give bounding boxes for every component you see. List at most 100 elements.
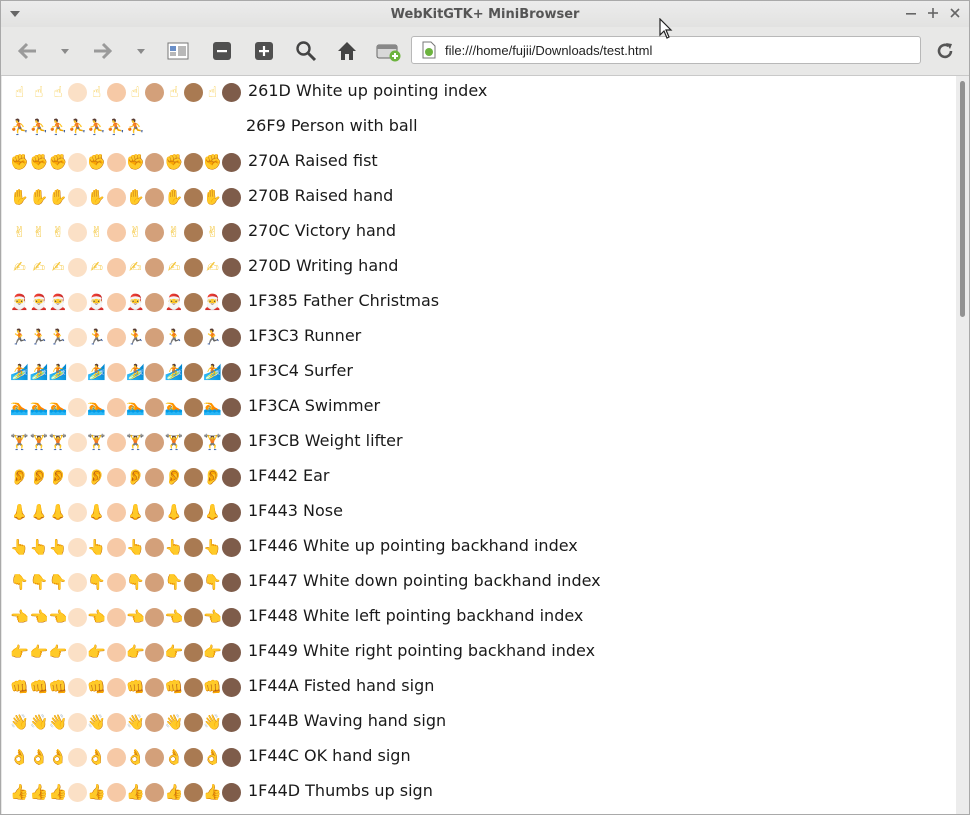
emoji-glyph: 👆 (10, 538, 29, 556)
skin-tone-swatch (67, 503, 87, 522)
emoji-label: 270A Raised fist (248, 151, 378, 170)
emoji-glyph: 🏃 (125, 328, 145, 346)
emoji-glyph: 👆 (48, 538, 68, 556)
emoji-glyph: 👍 (87, 783, 107, 801)
emoji-glyph: 👋 (29, 713, 49, 731)
skin-tone-swatch (183, 223, 203, 242)
zoom-out-button[interactable] (209, 37, 235, 65)
emoji-label: 1F443 Nose (248, 501, 343, 520)
emoji-glyph: ✍ (32, 258, 46, 276)
home-button[interactable] (334, 37, 360, 65)
emoji-variants: ⛹ ⛹ ⛹ ⛹ ⛹ ⛹ ⛹ (10, 118, 242, 138)
emoji-glyph: ⛹ (68, 118, 87, 136)
emoji-glyph: 🏃 (203, 328, 222, 346)
scrollbar-thumb[interactable] (960, 81, 965, 317)
emoji-glyph: 👃 (29, 503, 49, 521)
emoji-glyph: 👈 (125, 608, 145, 626)
list-item: 🏄 🏄 🏄 🏄 🏄 🏄 🏄 1F3C4 Surfer (10, 355, 950, 390)
skin-tone-swatch (145, 713, 165, 732)
browser-window: WebKitGTK+ MiniBrowser file:///home/fuji… (0, 0, 970, 815)
emoji-variants: 👋 👋 👋 👋 👋 👋 👋 (10, 713, 242, 733)
emoji-glyph: 👉 (48, 643, 68, 661)
emoji-variants: ✍ ✍ ✍ ✍ ✍ ✍ ✍ (10, 258, 242, 278)
back-history-button[interactable] (57, 37, 73, 65)
emoji-glyph: 🏊 (125, 398, 145, 416)
reload-button[interactable] (932, 37, 958, 65)
skin-tone-swatch (145, 223, 165, 242)
list-item: 🎅 🎅 🎅 🎅 🎅 🎅 🎅 1F385 Father Christmas (10, 285, 950, 320)
maximize-icon[interactable] (925, 5, 941, 21)
emoji-label: 1F3CB Weight lifter (248, 431, 403, 450)
emoji-label: 270B Raised hand (248, 186, 394, 205)
skin-tone-swatch (106, 223, 126, 242)
skin-tone-swatch (145, 293, 165, 312)
title-bar[interactable]: WebKitGTK+ MiniBrowser (1, 1, 969, 27)
emoji-glyph: ⛹ (29, 118, 49, 136)
close-icon[interactable] (947, 5, 963, 21)
skin-tone-swatch (67, 258, 87, 277)
skin-tone-swatch (222, 748, 242, 767)
skin-tone-swatch (145, 643, 165, 662)
emoji-glyph: 👋 (203, 713, 222, 731)
emoji-glyph: 👉 (203, 643, 222, 661)
emoji-glyph: ✊ (29, 153, 49, 171)
emoji-glyph: 👊 (87, 678, 107, 696)
new-tab-icon (376, 44, 401, 62)
emoji-glyph: 🏄 (125, 363, 145, 381)
page-content[interactable]: ☝ ☝ ☝ ☝ ☝ ☝ ☝ 261D White up pointing index ⛹ ⛹ ⛹ ⛹ ⛹… (2, 76, 956, 814)
zoom-in-button[interactable] (251, 37, 277, 65)
skin-tone-swatch (222, 643, 242, 662)
emoji-glyph: 👇 (48, 573, 68, 591)
emoji-glyph: ✊ (10, 153, 29, 171)
emoji-glyph: ✌ (167, 223, 181, 241)
emoji-glyph: ✊ (203, 153, 222, 171)
emoji-glyph: 🏃 (87, 328, 107, 346)
vertical-scrollbar[interactable] (956, 76, 969, 814)
reload-icon (937, 43, 953, 59)
emoji-label: 1F3C4 Surfer (248, 361, 353, 380)
toolbar: file:///home/fujii/Downloads/test.html (1, 27, 969, 76)
skin-tone-swatch (183, 433, 203, 452)
skin-tone-swatch (222, 293, 242, 312)
forward-button[interactable] (89, 37, 115, 65)
forward-history-button[interactable] (133, 37, 149, 65)
emoji-glyph: 🏃 (10, 328, 29, 346)
emoji-label: 1F449 White right pointing backhand inde… (248, 641, 596, 660)
emoji-glyph: 👌 (164, 748, 184, 766)
skin-tone-swatch (222, 783, 242, 802)
emoji-glyph: ✍ (51, 258, 65, 276)
emoji-glyph: 👆 (125, 538, 145, 556)
new-tab-button[interactable] (375, 37, 403, 65)
emoji-glyph: ✌ (13, 223, 26, 241)
back-button[interactable] (15, 37, 41, 65)
emoji-glyph: ✌ (129, 223, 142, 241)
emoji-glyph: ✌ (32, 223, 46, 241)
emoji-glyph: 👈 (164, 608, 184, 626)
minimize-icon[interactable] (903, 5, 919, 21)
emoji-glyph: ☝ (169, 83, 179, 101)
emoji-glyph: 👉 (10, 643, 29, 661)
find-button[interactable] (293, 37, 319, 65)
skin-tone-swatch (222, 433, 242, 452)
emoji-glyph: 👍 (48, 783, 68, 801)
view-mode-button[interactable] (165, 37, 191, 65)
skin-tone-swatch (183, 713, 203, 732)
emoji-glyph: 👌 (125, 748, 145, 766)
emoji-glyph: 👂 (48, 468, 68, 486)
url-text[interactable]: file:///home/fujii/Downloads/test.html (445, 43, 652, 58)
emoji-glyph: 👊 (48, 678, 68, 696)
emoji-glyph: 👆 (87, 538, 107, 556)
emoji-glyph: 👉 (87, 643, 107, 661)
window-menu-icon[interactable] (9, 8, 21, 20)
skin-tone-swatch (67, 328, 87, 347)
emoji-glyph: 👍 (125, 783, 145, 801)
emoji-label: 1F385 Father Christmas (248, 291, 440, 310)
emoji-glyph: 👃 (10, 503, 29, 521)
mouse-cursor-icon (659, 18, 673, 39)
emoji-glyph: 👌 (29, 748, 49, 766)
url-field[interactable]: file:///home/fujii/Downloads/test.html (411, 36, 921, 64)
skin-tone-swatch (106, 748, 126, 767)
emoji-glyph: 👃 (164, 503, 184, 521)
skin-tone-swatch (183, 503, 203, 522)
emoji-glyph: 🏊 (203, 398, 222, 416)
